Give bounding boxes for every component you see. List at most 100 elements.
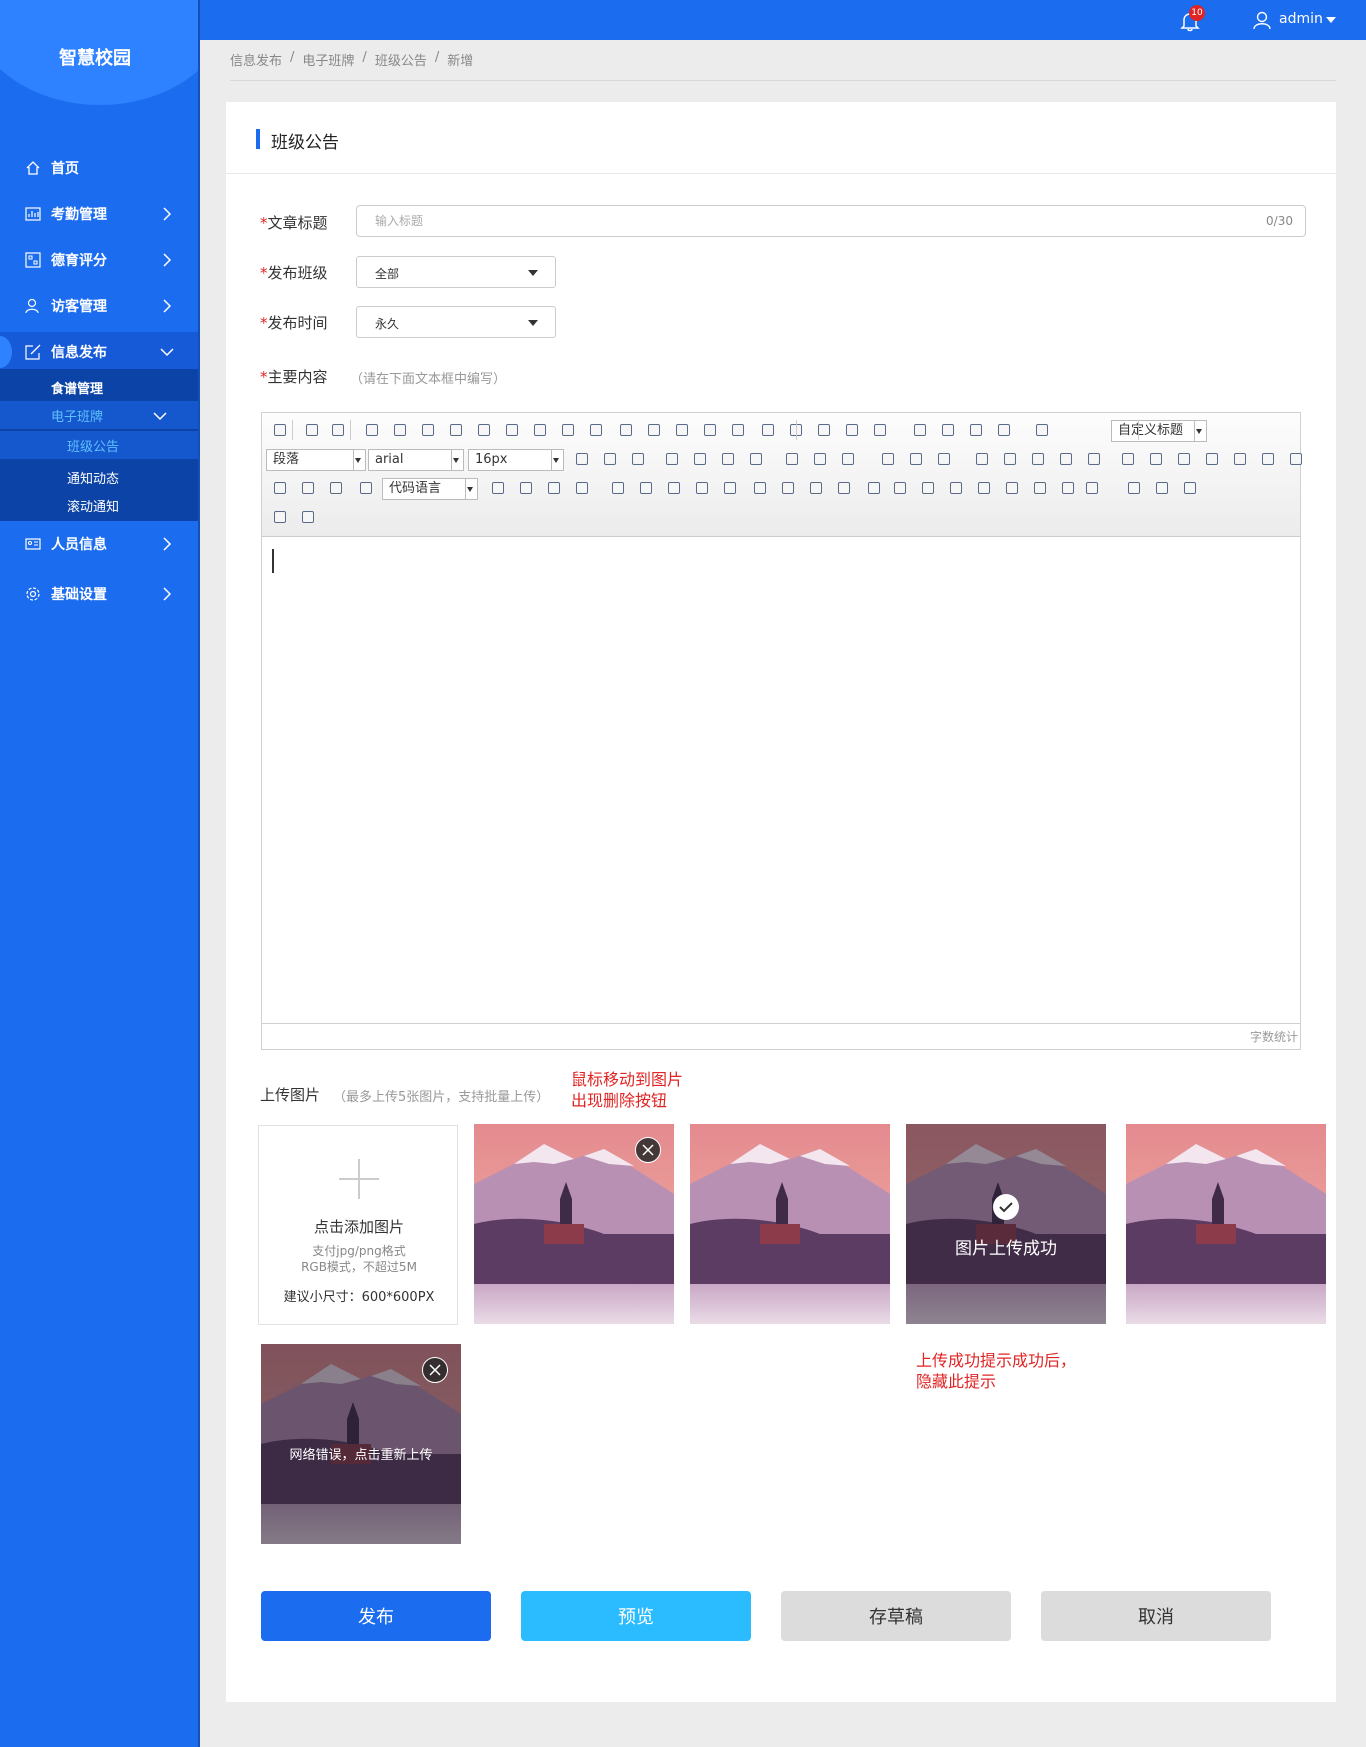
toolbar-button-icon[interactable] <box>834 478 854 498</box>
publish-button[interactable]: 发布 <box>261 1591 491 1641</box>
toolbar-button-icon[interactable] <box>690 449 710 469</box>
toolbar-button-icon[interactable] <box>608 478 628 498</box>
toolbar-button-icon[interactable] <box>1118 449 1138 469</box>
toolbar-button-icon[interactable] <box>362 420 382 440</box>
toolbar-button-icon[interactable] <box>1002 478 1022 498</box>
sidebar-sub-notice[interactable]: 班级公告 <box>0 431 198 459</box>
user-name[interactable]: admin <box>1279 11 1323 27</box>
toolbar-button-icon[interactable] <box>1058 478 1078 498</box>
toolbar-button-icon[interactable] <box>636 478 656 498</box>
toolbar-button-icon[interactable] <box>446 420 466 440</box>
toolbar-button-icon[interactable] <box>530 420 550 440</box>
toolbar-button-icon[interactable] <box>572 449 592 469</box>
toolbar-button-icon[interactable] <box>842 420 862 440</box>
toolbar-button-icon[interactable] <box>720 478 740 498</box>
user-icon[interactable] <box>1252 10 1272 30</box>
toolbar-button-icon[interactable] <box>558 420 578 440</box>
toolbar-button-icon[interactable] <box>810 449 830 469</box>
toolbar-button-icon[interactable] <box>746 449 766 469</box>
toolbar-button-icon[interactable] <box>864 478 884 498</box>
toolbar-button-icon[interactable] <box>628 449 648 469</box>
toolbar-button-icon[interactable] <box>662 449 682 469</box>
toolbar-button-icon[interactable] <box>600 449 620 469</box>
toolbar-button-icon[interactable] <box>1174 449 1194 469</box>
toolbar-button-icon[interactable] <box>838 449 858 469</box>
toolbar-button-icon[interactable] <box>1258 449 1278 469</box>
add-image-button[interactable]: 点击添加图片 支付jpg/png格式 RGB模式，不超过5M 建议小尺寸：600*… <box>258 1125 458 1325</box>
toolbar-button-icon[interactable] <box>1084 449 1104 469</box>
custom-heading-select[interactable]: 自定义标题 <box>1111 420 1207 442</box>
close-icon[interactable] <box>635 1137 661 1163</box>
toolbar-button-icon[interactable] <box>298 507 318 527</box>
toolbar-button-icon[interactable] <box>298 478 318 498</box>
sidebar-sub-recipe[interactable]: 食谱管理 <box>0 373 198 401</box>
toolbar-button-icon[interactable] <box>994 420 1014 440</box>
toolbar-button-icon[interactable] <box>516 478 536 498</box>
toolbar-button-icon[interactable] <box>644 420 664 440</box>
toolbar-button-icon[interactable] <box>718 449 738 469</box>
uploaded-image-success[interactable]: 图片上传成功 <box>906 1124 1106 1324</box>
paragraph-select[interactable]: 段落 <box>266 449 366 471</box>
close-icon[interactable] <box>422 1357 448 1383</box>
toolbar-button-icon[interactable] <box>270 420 290 440</box>
toolbar-button-icon[interactable] <box>664 478 684 498</box>
toolbar-button-icon[interactable] <box>1030 478 1050 498</box>
toolbar-button-icon[interactable] <box>934 449 954 469</box>
toolbar-button-icon[interactable] <box>356 478 376 498</box>
breadcrumb-item[interactable]: 信息发布 <box>230 50 282 69</box>
toolbar-button-icon[interactable] <box>572 478 592 498</box>
title-field[interactable]: 0/30 <box>356 205 1306 237</box>
toolbar-button-icon[interactable] <box>750 478 770 498</box>
toolbar-button-icon[interactable] <box>390 420 410 440</box>
toolbar-button-icon[interactable] <box>502 420 522 440</box>
toolbar-button-icon[interactable] <box>1028 449 1048 469</box>
user-menu-caret-icon[interactable] <box>1326 17 1336 23</box>
uploaded-image[interactable] <box>1126 1124 1326 1324</box>
toolbar-button-icon[interactable] <box>700 420 720 440</box>
toolbar-button-icon[interactable] <box>418 420 438 440</box>
toolbar-button-icon[interactable] <box>1032 420 1052 440</box>
cancel-button[interactable]: 取消 <box>1041 1591 1271 1641</box>
toolbar-button-icon[interactable] <box>966 420 986 440</box>
toolbar-button-icon[interactable] <box>938 420 958 440</box>
sidebar-sub-news[interactable]: 通知动态 <box>0 463 198 491</box>
rich-text-editor[interactable]: 段落 arial 16px 代码语言 自定义标题 字数统计 <box>261 412 1302 1050</box>
toolbar-button-icon[interactable] <box>474 420 494 440</box>
toolbar-button-icon[interactable] <box>878 449 898 469</box>
toolbar-button-icon[interactable] <box>778 478 798 498</box>
toolbar-button-icon[interactable] <box>870 420 890 440</box>
font-family-select[interactable]: arial <box>368 449 464 471</box>
breadcrumb-item[interactable]: 班级公告 <box>375 50 427 69</box>
toolbar-button-icon[interactable] <box>1056 449 1076 469</box>
toolbar-button-icon[interactable] <box>302 420 322 440</box>
uploaded-image[interactable] <box>690 1124 890 1324</box>
toolbar-button-icon[interactable] <box>974 478 994 498</box>
toolbar-button-icon[interactable] <box>544 478 564 498</box>
uploaded-image[interactable] <box>474 1124 674 1324</box>
sidebar-item-people[interactable]: 人员信息 <box>0 524 198 564</box>
toolbar-button-icon[interactable] <box>782 449 802 469</box>
toolbar-button-icon[interactable] <box>890 478 910 498</box>
toolbar-button-icon[interactable] <box>906 449 926 469</box>
toolbar-button-icon[interactable] <box>270 478 290 498</box>
code-language-select[interactable]: 代码语言 <box>382 478 478 500</box>
preview-button[interactable]: 预览 <box>521 1591 751 1641</box>
toolbar-button-icon[interactable] <box>616 420 636 440</box>
upload-error-text[interactable]: 网络错误，点击重新上传 <box>261 1444 461 1463</box>
toolbar-button-icon[interactable] <box>1146 449 1166 469</box>
toolbar-button-icon[interactable] <box>814 420 834 440</box>
breadcrumb-item[interactable]: 电子班牌 <box>302 50 354 69</box>
toolbar-button-icon[interactable] <box>1082 478 1102 498</box>
toolbar-button-icon[interactable] <box>1230 449 1250 469</box>
toolbar-button-icon[interactable] <box>328 420 348 440</box>
toolbar-button-icon[interactable] <box>692 478 712 498</box>
toolbar-button-icon[interactable] <box>1180 478 1200 498</box>
toolbar-button-icon[interactable] <box>910 420 930 440</box>
sidebar-item-publish[interactable]: 信息发布 <box>0 332 198 372</box>
uploaded-image-error[interactable]: 网络错误，点击重新上传 <box>261 1344 461 1544</box>
toolbar-button-icon[interactable] <box>672 420 692 440</box>
sidebar-sub-board[interactable]: 电子班牌 <box>0 401 198 429</box>
class-select[interactable]: 全部 <box>356 256 556 288</box>
title-input[interactable] <box>375 212 1195 230</box>
toolbar-button-icon[interactable] <box>1000 449 1020 469</box>
